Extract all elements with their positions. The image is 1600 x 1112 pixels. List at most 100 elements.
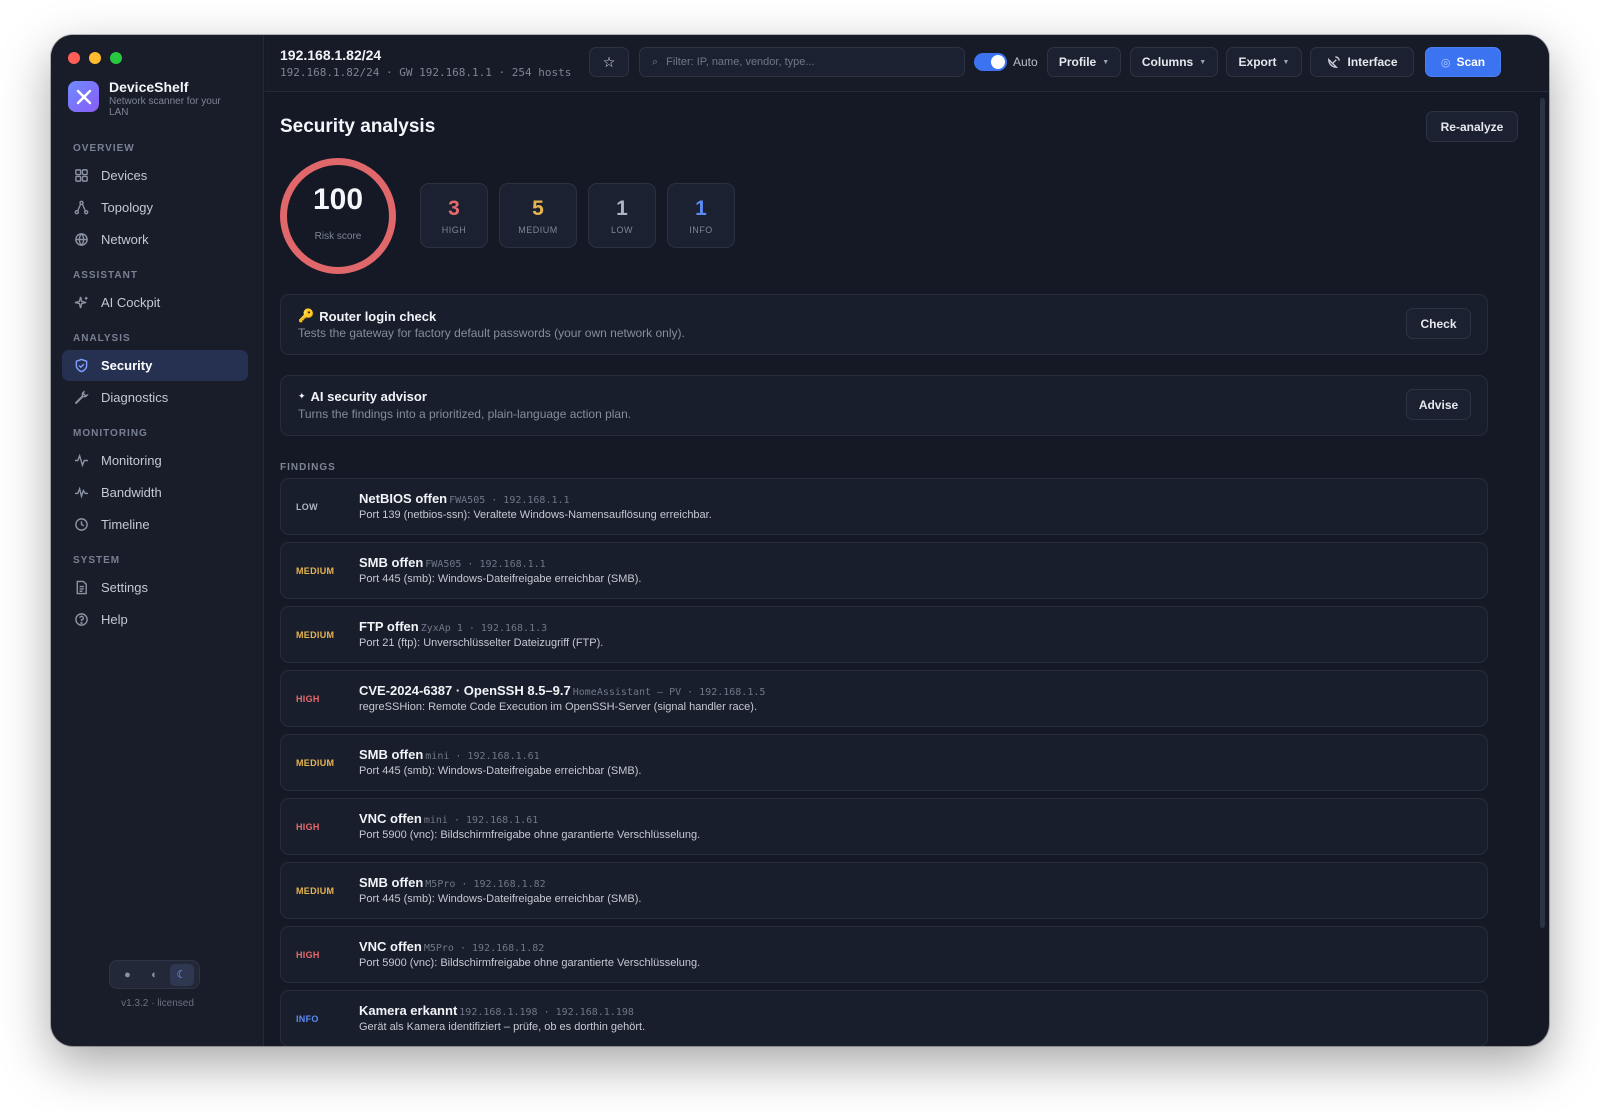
minimize-window-button[interactable]: [89, 52, 101, 64]
sidebar-item-diagnostics[interactable]: Diagnostics: [62, 382, 248, 413]
finding-row[interactable]: MEDIUM FTP offen ZyxAp 1 · 192.168.1.3 Port…: [280, 606, 1488, 663]
search-placeholder: Filter: IP, name, vendor, type...: [666, 56, 815, 68]
finding-title-text: CVE-2024-6387 · OpenSSH 8.5–9.7: [359, 683, 571, 698]
sidebar-item-label: Settings: [101, 580, 148, 595]
sidebar-item-help[interactable]: Help: [62, 604, 248, 635]
nav-section-overview: OVERVIEW: [73, 143, 135, 154]
scan-button[interactable]: ◎ Scan: [1425, 47, 1501, 77]
finding-row[interactable]: HIGH VNC offen M5Pro · 192.168.1.82 Port 59…: [280, 926, 1488, 983]
stat-medium-label: MEDIUM: [518, 224, 558, 235]
stat-high: 3 HIGH: [420, 183, 488, 248]
document-icon: [76, 580, 87, 595]
router-check-title-text: Router login check: [319, 308, 437, 324]
finding-title: SMB offen FWA505 · 192.168.1.1: [359, 555, 546, 570]
severity-badge: MEDIUM: [296, 566, 335, 576]
sidebar-item-label: Diagnostics: [101, 390, 169, 405]
globe-icon: [75, 233, 88, 247]
finding-title: NetBIOS offen FWA505 · 192.168.1.1: [359, 491, 570, 506]
dark-theme-icon[interactable]: ☾: [169, 963, 194, 986]
search-input[interactable]: ⌕ Filter: IP, name, vendor, type...: [639, 47, 965, 77]
key-icon: 🔑: [298, 308, 315, 323]
interface-button[interactable]: Interface: [1310, 47, 1414, 77]
finding-row[interactable]: MEDIUM SMB offen mini · 192.168.1.61 Port 4…: [280, 734, 1488, 791]
findings-label: FINDINGS: [280, 462, 336, 473]
security-page: Security analysis Re-analyze 100 Risk sc…: [265, 92, 1549, 1046]
finding-row[interactable]: INFO Kamera erkannt 192.168.1.198 · 192.16…: [280, 990, 1488, 1046]
page-title: Security analysis: [280, 116, 436, 137]
sidebar-item-timeline[interactable]: Timeline: [62, 509, 248, 540]
finding-description: Port 139 (netbios-ssn): Veraltete Window…: [359, 509, 712, 521]
finding-host-meta: mini · 192.168.1.61: [425, 751, 540, 762]
profile-dropdown[interactable]: Profile ▼: [1047, 47, 1121, 77]
caret-down-icon: ▼: [1199, 58, 1207, 66]
router-login-check-title: 🔑 Router login check: [298, 308, 436, 324]
network-title: 192.168.1.82/24: [280, 47, 382, 63]
finding-row[interactable]: HIGH CVE-2024-6387 · OpenSSH 8.5–9.7 HomeA…: [280, 670, 1488, 727]
app-name: DeviceShelf: [109, 79, 189, 95]
sidebar-item-security[interactable]: Security: [62, 350, 248, 381]
sidebar-item-devices[interactable]: Devices: [62, 160, 248, 191]
app-version: v1.3.2 · licensed: [121, 998, 194, 1009]
ai-security-advisor-card: ✦ AI security advisor Turns the findings…: [280, 375, 1488, 436]
finding-host-meta: M5Pro · 192.168.1.82: [425, 879, 546, 890]
finding-row[interactable]: MEDIUM SMB offen FWA505 · 192.168.1.1 Port …: [280, 542, 1488, 599]
help-circle-icon: [75, 613, 88, 626]
nav-section-system: SYSTEM: [73, 555, 121, 566]
finding-title: Kamera erkannt 192.168.1.198 · 192.168.1.…: [359, 1003, 634, 1018]
finding-title: CVE-2024-6387 · OpenSSH 8.5–9.7 HomeAssis…: [359, 683, 765, 698]
stat-low-label: LOW: [610, 224, 633, 235]
sidebar-item-settings[interactable]: Settings: [62, 572, 248, 603]
pulse-icon: [74, 453, 89, 468]
finding-title-text: Kamera erkannt: [359, 1003, 458, 1018]
sidebar-item-topology[interactable]: Topology: [62, 192, 248, 223]
router-login-check-card: 🔑 Router login check Tests the gateway f…: [280, 294, 1488, 355]
severity-badge: MEDIUM: [296, 886, 335, 896]
finding-host-meta: HomeAssistant – PV · 192.168.1.5: [572, 687, 766, 698]
nav-section-analysis: ANALYSIS: [73, 333, 131, 344]
sidebar-item-label: Monitoring: [101, 453, 162, 468]
advise-button[interactable]: Advise: [1406, 389, 1471, 420]
zoom-window-button[interactable]: [110, 52, 122, 64]
columns-label: Columns: [1141, 55, 1194, 69]
close-window-button[interactable]: [68, 52, 80, 64]
check-button[interactable]: Check: [1406, 308, 1471, 339]
finding-title: SMB offen mini · 192.168.1.61: [359, 747, 540, 762]
columns-dropdown[interactable]: Columns ▼: [1130, 47, 1218, 77]
auto-scan-toggle[interactable]: [974, 53, 1007, 71]
satellite-dish-icon: [1328, 55, 1341, 68]
wrench-icon: [75, 390, 89, 404]
finding-title: VNC offen mini · 192.168.1.61: [359, 811, 538, 826]
finding-row[interactable]: LOW NetBIOS offen FWA505 · 192.168.1.1 Port…: [280, 478, 1488, 535]
profile-label: Profile: [1058, 55, 1097, 69]
app-logo-icon: [68, 81, 99, 112]
app-tagline: Network scanner for your LAN: [109, 96, 221, 118]
sidebar-item-bandwidth[interactable]: Bandwidth: [62, 477, 248, 508]
finding-title: SMB offen M5Pro · 192.168.1.82: [359, 875, 546, 890]
finding-row[interactable]: MEDIUM SMB offen M5Pro · 192.168.1.82 Port …: [280, 862, 1488, 919]
finding-title-text: SMB offen: [359, 747, 424, 762]
reanalyze-button[interactable]: Re-analyze: [1426, 111, 1518, 142]
favorite-button[interactable]: ☆: [589, 47, 629, 77]
nav-section-assistant: ASSISTANT: [73, 270, 138, 281]
sidebar-item-monitoring[interactable]: Monitoring: [62, 445, 248, 476]
sparkle-icon: ✦: [298, 391, 306, 401]
finding-title: FTP offen ZyxAp 1 · 192.168.1.3: [359, 619, 547, 634]
light-theme-icon[interactable]: ●: [116, 964, 140, 986]
sidebar-item-ai-cockpit[interactable]: AI Cockpit: [62, 287, 248, 318]
stat-low-count: 1: [616, 196, 628, 220]
stat-high-label: HIGH: [441, 224, 467, 235]
finding-host-meta: FWA505 · 192.168.1.1: [425, 559, 546, 570]
severity-badge: LOW: [296, 502, 318, 512]
finding-row[interactable]: HIGH VNC offen mini · 192.168.1.61 Port 590…: [280, 798, 1488, 855]
system-theme-icon[interactable]: ◐: [143, 964, 167, 986]
finding-description: Port 5900 (vnc): Bildschirmfreigabe ohne…: [359, 957, 701, 969]
app-window: DeviceShelf Network scanner for your LAN…: [51, 35, 1549, 1046]
sidebar-item-network[interactable]: Network: [62, 224, 248, 255]
finding-description: Port 21 (ftp): Unverschlüsselter Dateizu…: [359, 637, 604, 649]
scrollbar[interactable]: [1540, 98, 1545, 928]
export-dropdown[interactable]: Export ▼: [1226, 47, 1302, 77]
risk-score-label: Risk score: [314, 230, 362, 242]
finding-description: Port 445 (smb): Windows-Dateifreigabe er…: [359, 765, 642, 777]
stat-info-label: INFO: [689, 224, 713, 235]
finding-title-text: SMB offen: [359, 875, 424, 890]
